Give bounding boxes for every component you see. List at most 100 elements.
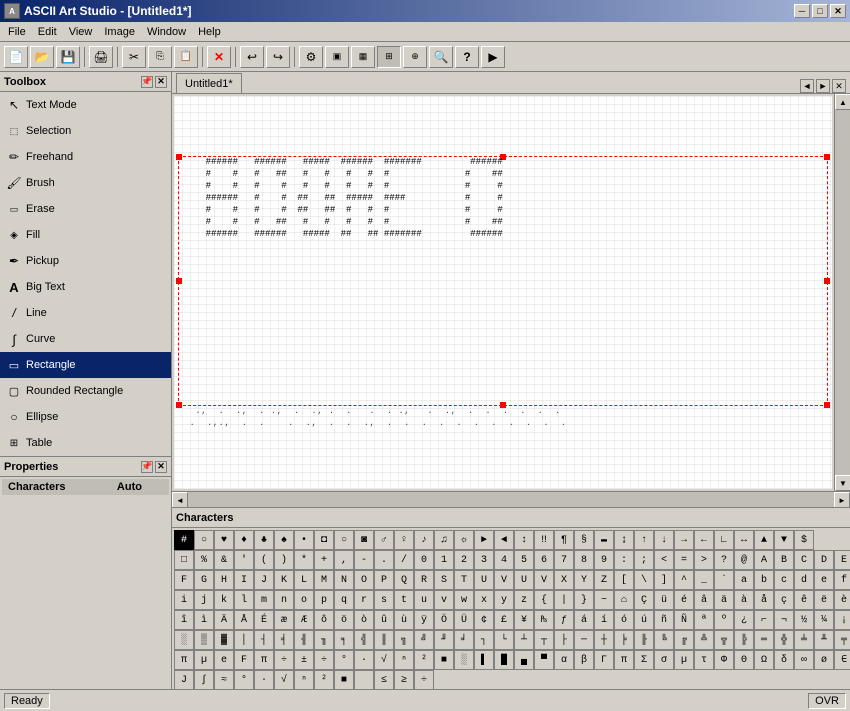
- char-cell-4-15[interactable]: ¢: [474, 610, 494, 630]
- char-cell-1-12[interactable]: 0: [414, 550, 434, 570]
- char-cell-4-2[interactable]: Ä: [214, 610, 234, 630]
- scroll-left-button[interactable]: ◄: [172, 492, 188, 507]
- char-cell-2-33[interactable]: f: [834, 570, 850, 590]
- char-cell-3-14[interactable]: w: [454, 590, 474, 610]
- char-cell-5-13[interactable]: ╜: [434, 630, 454, 650]
- tool-config1[interactable]: ▣: [325, 46, 349, 68]
- char-cell-2-15[interactable]: U: [474, 570, 494, 590]
- char-cell-4-10[interactable]: û: [374, 610, 394, 630]
- char-cell-6-7[interactable]: ÷: [314, 650, 334, 670]
- close-button[interactable]: ✕: [830, 4, 846, 18]
- char-cell-6-12[interactable]: ²: [414, 650, 434, 670]
- char-cell-7-5[interactable]: √: [274, 670, 294, 689]
- char-cell-6-24[interactable]: σ: [654, 650, 674, 670]
- help-button[interactable]: ?: [455, 46, 479, 68]
- char-cell-5-16[interactable]: └: [494, 630, 514, 650]
- char-cell-6-21[interactable]: Γ: [594, 650, 614, 670]
- char-cell-5-20[interactable]: ─: [574, 630, 594, 650]
- char-cell-2-27[interactable]: `: [714, 570, 734, 590]
- char-cell-0-9[interactable]: ◙: [354, 530, 374, 550]
- char-cell-3-23[interactable]: Ç: [634, 590, 654, 610]
- zoom-button[interactable]: 🔍: [429, 46, 453, 68]
- char-cell-5-29[interactable]: ═: [754, 630, 774, 650]
- char-cell-1-19[interactable]: 7: [554, 550, 574, 570]
- char-cell-7-3[interactable]: °: [234, 670, 254, 689]
- char-cell-4-21[interactable]: í: [594, 610, 614, 630]
- char-cell-5-6[interactable]: ╢: [294, 630, 314, 650]
- char-cell-0-26[interactable]: ←: [694, 530, 714, 550]
- char-cell-1-32[interactable]: D: [814, 550, 834, 570]
- char-cell-5-1[interactable]: ▒: [194, 630, 214, 650]
- char-cell-0-18[interactable]: ‼: [534, 530, 554, 550]
- char-cell-3-12[interactable]: u: [414, 590, 434, 610]
- char-cell-4-19[interactable]: ƒ: [554, 610, 574, 630]
- char-cell-4-32[interactable]: ¼: [814, 610, 834, 630]
- toolbox-close-button[interactable]: ✕: [155, 76, 167, 88]
- minimize-button[interactable]: ─: [794, 4, 810, 18]
- char-cell-3-4[interactable]: m: [254, 590, 274, 610]
- char-cell-5-10[interactable]: ║: [374, 630, 394, 650]
- char-cell-6-4[interactable]: π: [254, 650, 274, 670]
- char-cell-3-10[interactable]: s: [374, 590, 394, 610]
- char-cell-6-20[interactable]: β: [574, 650, 594, 670]
- char-cell-0-4[interactable]: ♣: [254, 530, 274, 550]
- char-cell-2-32[interactable]: e: [814, 570, 834, 590]
- char-cell-7-0[interactable]: J: [174, 670, 194, 689]
- char-cell-3-7[interactable]: p: [314, 590, 334, 610]
- char-cell-6-32[interactable]: ø: [814, 650, 834, 670]
- char-cell-3-9[interactable]: r: [354, 590, 374, 610]
- char-cell-3-21[interactable]: ~: [594, 590, 614, 610]
- char-cell-5-5[interactable]: ╡: [274, 630, 294, 650]
- char-cell-2-3[interactable]: I: [234, 570, 254, 590]
- char-cell-7-9[interactable]: [354, 670, 374, 689]
- char-cell-6-1[interactable]: µ: [194, 650, 214, 670]
- char-cell-3-24[interactable]: ü: [654, 590, 674, 610]
- char-cell-4-26[interactable]: ª: [694, 610, 714, 630]
- sel-handle-bl[interactable]: [176, 402, 182, 408]
- char-cell-1-18[interactable]: 6: [534, 550, 554, 570]
- char-cell-1-21[interactable]: 9: [594, 550, 614, 570]
- char-cell-2-12[interactable]: R: [414, 570, 434, 590]
- char-cell-0-14[interactable]: ☼: [454, 530, 474, 550]
- char-cell-4-28[interactable]: ¿: [734, 610, 754, 630]
- char-cell-1-25[interactable]: =: [674, 550, 694, 570]
- tool-curve[interactable]: ∫ Curve: [0, 326, 171, 352]
- char-cell-3-3[interactable]: l: [234, 590, 254, 610]
- tool-erase[interactable]: ▭ Erase: [0, 196, 171, 222]
- char-cell-2-7[interactable]: M: [314, 570, 334, 590]
- char-cell-2-13[interactable]: S: [434, 570, 454, 590]
- char-cell-3-11[interactable]: t: [394, 590, 414, 610]
- char-cell-7-12[interactable]: ÷: [414, 670, 434, 689]
- char-cell-1-9[interactable]: -: [354, 550, 374, 570]
- char-cell-4-3[interactable]: Å: [234, 610, 254, 630]
- char-cell-6-0[interactable]: π: [174, 650, 194, 670]
- char-cell-1-7[interactable]: +: [314, 550, 334, 570]
- char-cell-3-2[interactable]: k: [214, 590, 234, 610]
- sel-handle-mr[interactable]: [824, 278, 830, 284]
- char-cell-5-21[interactable]: ┼: [594, 630, 614, 650]
- char-cell-4-12[interactable]: ÿ: [414, 610, 434, 630]
- char-cell-1-22[interactable]: :: [614, 550, 634, 570]
- char-cell-0-30[interactable]: ▼: [774, 530, 794, 550]
- char-cell-5-4[interactable]: ┤: [254, 630, 274, 650]
- char-cell-2-11[interactable]: Q: [394, 570, 414, 590]
- char-cell-4-29[interactable]: ⌐: [754, 610, 774, 630]
- char-cell-3-30[interactable]: ç: [774, 590, 794, 610]
- char-cell-2-21[interactable]: Z: [594, 570, 614, 590]
- cut-button[interactable]: ✂: [122, 46, 146, 68]
- tool-pickup[interactable]: ✒ Pickup: [0, 248, 171, 274]
- char-cell-1-8[interactable]: ,: [334, 550, 354, 570]
- char-cell-6-29[interactable]: Ω: [754, 650, 774, 670]
- char-cell-2-1[interactable]: G: [194, 570, 214, 590]
- char-cell-4-22[interactable]: ó: [614, 610, 634, 630]
- char-cell-4-30[interactable]: ¬: [774, 610, 794, 630]
- char-cell-6-15[interactable]: ▌: [474, 650, 494, 670]
- char-cell-3-28[interactable]: à: [734, 590, 754, 610]
- properties-pin-button[interactable]: 📌: [141, 461, 153, 473]
- char-cell-3-15[interactable]: x: [474, 590, 494, 610]
- char-cell-2-2[interactable]: H: [214, 570, 234, 590]
- char-cell-1-15[interactable]: 3: [474, 550, 494, 570]
- char-cell-5-23[interactable]: ╟: [634, 630, 654, 650]
- char-cell-1-24[interactable]: <: [654, 550, 674, 570]
- char-cell-1-17[interactable]: 5: [514, 550, 534, 570]
